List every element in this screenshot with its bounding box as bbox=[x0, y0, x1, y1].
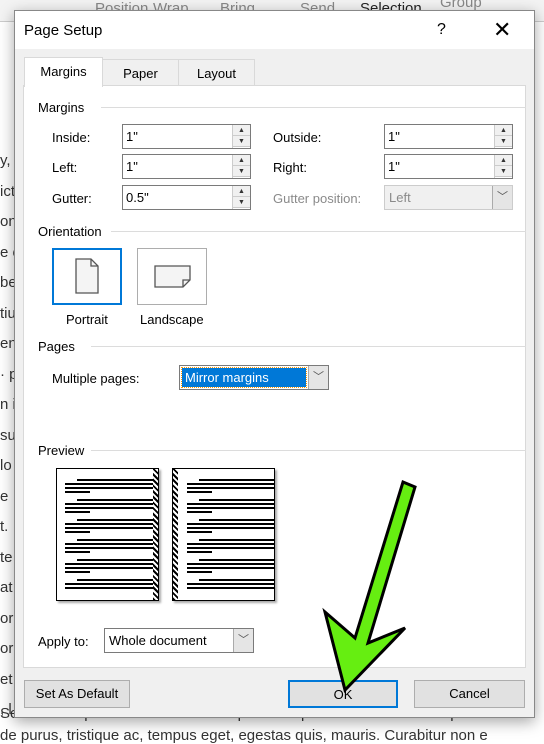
tab-margins[interactable]: Margins bbox=[24, 57, 103, 87]
green-arrow-icon bbox=[322, 479, 417, 693]
